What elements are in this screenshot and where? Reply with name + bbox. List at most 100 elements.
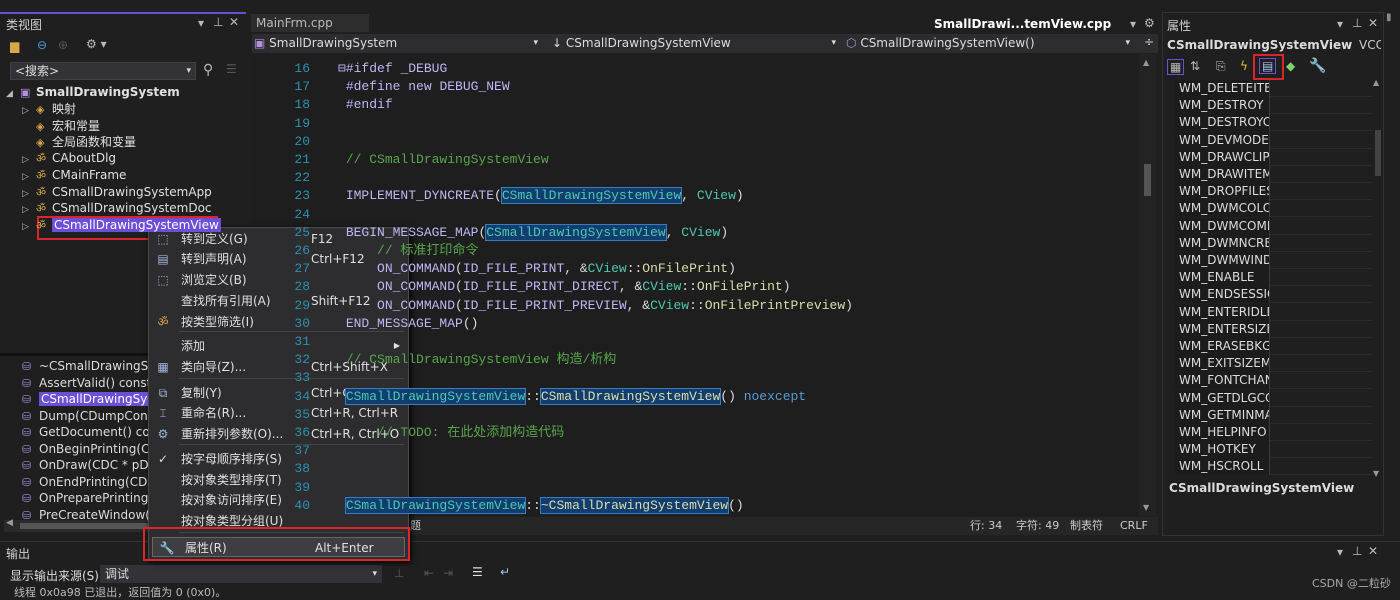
tree-item[interactable]: ▷ ॐ CSmallDrawingSystemDoc xyxy=(22,200,212,216)
code-line[interactable]: CSmallDrawingSystemView::CSmallDrawingSy… xyxy=(338,387,806,406)
member-item[interactable]: ⛁ CSmallDrawingSystemView() xyxy=(22,391,148,407)
message-row[interactable]: WM_ENABLE xyxy=(1175,269,1373,287)
editor-tab-mainfrm[interactable]: MainFrm.cpp xyxy=(251,14,369,32)
code-line[interactable]: BEGIN_MESSAGE_MAP(CSmallDrawingSystemVie… xyxy=(338,223,728,242)
pin-icon[interactable]: ⊥ xyxy=(1352,544,1362,558)
expand-icon[interactable]: ◢ xyxy=(6,86,20,102)
overrides-icon[interactable]: ◆ xyxy=(1286,59,1295,73)
code-line[interactable]: CSmallDrawingSystemView::~CSmallDrawingS… xyxy=(338,496,744,515)
member-item[interactable]: ⛁ OnDraw(CDC * pDC) xyxy=(22,457,148,473)
message-row[interactable]: WM_DWMCOLORIZATIONCOLORCHANGED xyxy=(1175,200,1373,218)
close-icon[interactable]: ✕ xyxy=(229,15,239,29)
message-row[interactable]: WM_FONTCHANGE xyxy=(1175,372,1373,390)
tree-item[interactable]: ▷ ॐ CMainFrame xyxy=(22,167,126,183)
next-message-icon[interactable]: ⇥ xyxy=(443,566,453,580)
message-row[interactable]: WM_DRAWCLIPBOARD xyxy=(1175,148,1373,166)
message-row[interactable]: WM_DWMCOMPOSITIONCHANGED xyxy=(1175,217,1373,235)
message-row[interactable]: WM_DWMWINDOWMAXIMIZEDCHANGE xyxy=(1175,252,1373,269)
scroll-thumb[interactable] xyxy=(1144,164,1151,196)
events-icon[interactable]: ϟ xyxy=(1240,59,1248,73)
member-item[interactable]: ⛁ OnBeginPrinting(CDC* pDC, CPrintInfo* p… xyxy=(22,441,148,457)
scroll-down-icon[interactable]: ▼ xyxy=(1143,503,1149,512)
member-item[interactable]: ⛁ OnPreparePrinting(CPrintInfo* pInfo) xyxy=(22,490,148,506)
object-selector[interactable]: CSmallDrawingSystemView VCCod ▾ xyxy=(1167,36,1381,54)
scroll-down-icon[interactable]: ▼ xyxy=(1373,469,1379,478)
message-row[interactable]: WM_ENTERSIZEMOVE xyxy=(1175,320,1373,338)
member-item[interactable]: ⛁ AssertValid() const xyxy=(22,375,148,391)
message-row[interactable]: WM_HELPINFO xyxy=(1175,424,1373,441)
scroll-left-icon[interactable]: ◀ xyxy=(6,518,13,528)
previous-message-icon[interactable]: ⇤ xyxy=(424,566,434,580)
back-icon[interactable]: ⊖ xyxy=(37,38,47,52)
code-line[interactable]: // CSmallDrawingSystemView xyxy=(338,151,549,169)
expand-icon[interactable]: ▷ xyxy=(22,103,36,119)
menu-item[interactable]: 按对象类型排序(T) xyxy=(149,470,408,490)
project-dropdown[interactable]: ▣ SmallDrawingSystem ▾ xyxy=(254,35,544,52)
menu-item[interactable]: ✓ 按字母顺序排序(S) xyxy=(149,449,408,469)
message-row[interactable]: WM_HSCROLL xyxy=(1175,458,1373,476)
message-row[interactable]: WM_DESTROYCLIPBOARD xyxy=(1175,114,1373,132)
expand-icon[interactable]: ▷ xyxy=(22,219,36,235)
tree-item[interactable]: ▷ ॐ CSmallDrawingSystemView xyxy=(22,217,221,233)
code-line[interactable]: ⊟#ifdef _DEBUG xyxy=(338,60,447,78)
clear-all-icon[interactable]: ☰ xyxy=(472,565,483,579)
settings-gear-icon[interactable]: ⚙ ▾ xyxy=(86,37,107,51)
chevron-down-icon[interactable]: ▾ xyxy=(186,63,191,79)
scroll-thumb[interactable] xyxy=(1375,130,1381,176)
message-row[interactable]: WM_EXITSIZEMOVE xyxy=(1175,355,1373,373)
output-source-select[interactable]: 调试 ▾ xyxy=(100,565,382,583)
tree-item[interactable]: ▷ ॐ CSmallDrawingSystemApp xyxy=(22,184,212,200)
message-row[interactable]: WM_ERASEBKGND xyxy=(1175,338,1373,355)
pin-icon[interactable]: ⊥ xyxy=(213,15,223,29)
code-line[interactable]: IMPLEMENT_DYNCREATE(CSmallDrawingSystemV… xyxy=(338,187,744,205)
message-row[interactable]: WM_ENTERIDLE xyxy=(1175,303,1373,321)
message-row[interactable]: WM_DWMNCRENDERINGCHANGED xyxy=(1175,234,1373,252)
word-wrap-icon[interactable]: ↵ xyxy=(500,565,510,579)
code-line[interactable]: // 标准打印命令 xyxy=(338,242,478,260)
properties-icon[interactable]: ⎘ xyxy=(1216,59,1226,74)
member-item[interactable]: ⛁ PreCreateWindow(CREATESTRUCT& cs) xyxy=(22,507,148,523)
member-item[interactable]: ⛁ Dump(CDumpContext& dc) const xyxy=(22,408,148,424)
message-row[interactable]: WM_ENDSESSION xyxy=(1175,286,1373,304)
tabs-indicator[interactable]: 制表符 xyxy=(1070,517,1103,535)
pin-icon[interactable]: ⊥ xyxy=(1352,16,1362,30)
code-line[interactable]: ON_COMMAND(ID_FILE_PRINT_PREVIEW, &CView… xyxy=(338,297,853,315)
code-line[interactable]: END_MESSAGE_MAP() xyxy=(338,315,479,333)
code-line[interactable]: ON_COMMAND(ID_FILE_PRINT, &CView::OnFile… xyxy=(338,260,736,278)
message-row[interactable]: WM_DEVMODECHANGE xyxy=(1175,131,1373,149)
alphabetical-icon[interactable]: ⇅ xyxy=(1190,59,1200,73)
eol-indicator[interactable]: CRLF xyxy=(1120,517,1148,535)
close-icon[interactable]: ✕ xyxy=(1368,16,1378,30)
forward-icon[interactable]: ⊕ xyxy=(58,38,68,52)
code-line[interactable]: ON_COMMAND(ID_FILE_PRINT_DIRECT, &CView:… xyxy=(338,278,791,296)
tree-item[interactable]: ◈ 全局函数和变量 xyxy=(22,134,136,150)
scroll-up-icon[interactable]: ▲ xyxy=(1373,78,1379,87)
line-indicator[interactable]: 行: 34 xyxy=(970,517,1002,535)
message-row[interactable]: WM_DROPFILES xyxy=(1175,183,1373,201)
expand-icon[interactable]: ▷ xyxy=(22,169,36,185)
member-dropdown[interactable]: ⬡ CSmallDrawingSystemView() ▾ xyxy=(846,35,1136,52)
new-folder-icon[interactable]: ▆ xyxy=(10,39,19,53)
message-row[interactable]: WM_DRAWITEM xyxy=(1175,166,1373,183)
tree-item[interactable]: ◈ 宏和常量 xyxy=(22,118,100,134)
vertical-scrollbar[interactable]: ▲ ▼ xyxy=(1139,54,1156,516)
search-icon[interactable]: ⚲ xyxy=(203,62,213,78)
categorized-icon[interactable]: ▦ xyxy=(1167,59,1185,75)
dropdown-icon[interactable]: ▾ xyxy=(1337,545,1343,559)
tab-list-dropdown-icon[interactable]: ▾ xyxy=(1130,17,1136,31)
dropdown-icon[interactable]: ▾ xyxy=(198,16,204,30)
code-line[interactable]: #endif xyxy=(338,96,393,114)
settings-list-icon[interactable]: ☰ xyxy=(226,62,237,76)
scroll-thumb[interactable] xyxy=(20,523,150,529)
message-row[interactable]: WM_HOTKEY xyxy=(1175,441,1373,459)
tree-item[interactable]: ▷ ◈ 映射 xyxy=(22,101,76,117)
member-item[interactable]: ⛁ GetDocument() const xyxy=(22,424,148,440)
expand-icon[interactable]: ▷ xyxy=(22,152,36,168)
code-line[interactable]: #define new DEBUG_NEW xyxy=(338,78,510,96)
member-item[interactable]: ⛁ ~CSmallDrawingSystemView() xyxy=(22,358,148,374)
tree-item[interactable]: ◢ ▣ SmallDrawingSystem xyxy=(6,84,180,100)
member-item[interactable]: ⛁ OnEndPrinting(CDC* pDC, CPrintInfo* pIn… xyxy=(22,474,148,490)
dropdown-icon[interactable]: ▾ xyxy=(1337,17,1343,31)
code-line[interactable]: // TODO: 在此处添加构造代码 xyxy=(338,424,564,442)
tree-item[interactable]: ▷ ॐ CAboutDlg xyxy=(22,150,116,166)
